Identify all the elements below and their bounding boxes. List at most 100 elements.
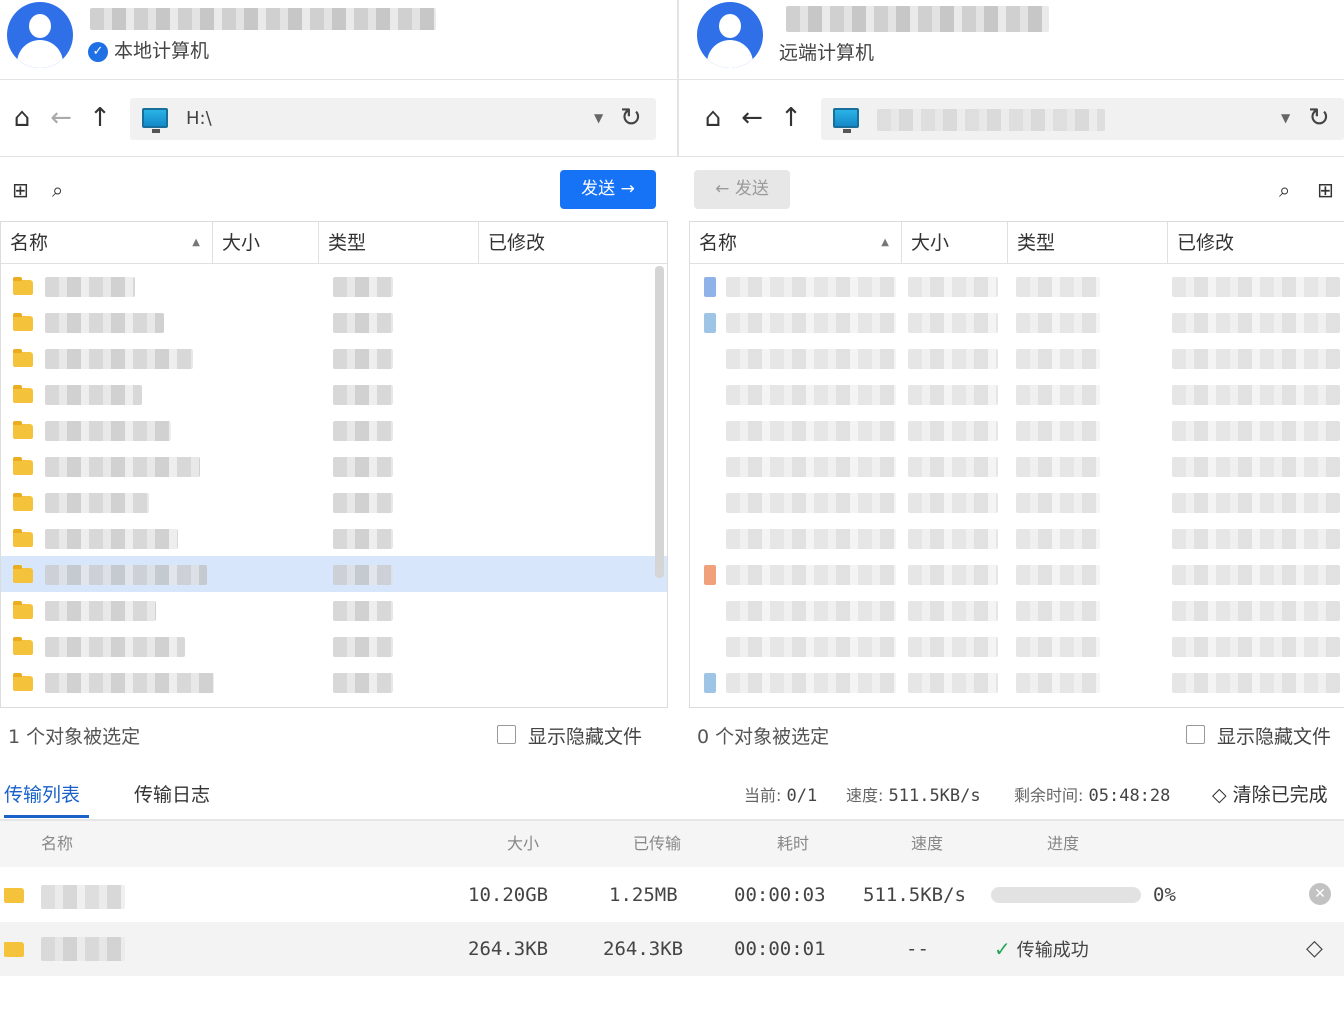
file-row[interactable]	[690, 340, 1344, 376]
redacted-text	[1172, 313, 1340, 333]
folder-icon	[13, 637, 33, 655]
file-row[interactable]	[1, 376, 667, 412]
file-row[interactable]	[690, 268, 1344, 304]
tab-transfer-list[interactable]: 传输列表	[4, 780, 80, 807]
column-header-modified[interactable]: 已修改	[479, 222, 667, 264]
column-header-modified[interactable]: 已修改	[1168, 222, 1344, 264]
tab-transfer-log[interactable]: 传输日志	[134, 780, 210, 807]
redacted-text	[1172, 349, 1340, 369]
remote-path-redacted	[877, 109, 1105, 131]
file-row[interactable]	[1, 556, 667, 592]
file-row[interactable]	[1, 520, 667, 556]
search-icon[interactable]: ⌕	[1279, 178, 1290, 202]
column-header-name[interactable]: 名称 ▲	[1, 222, 213, 264]
file-row[interactable]	[690, 376, 1344, 412]
chevron-down-icon[interactable]: ▼	[1281, 111, 1290, 125]
file-row[interactable]	[1, 628, 667, 664]
transfer-col-speed: 速度	[911, 834, 944, 853]
file-row[interactable]	[1, 664, 667, 700]
new-folder-icon[interactable]: ⊞	[12, 178, 29, 202]
redacted-text	[1172, 565, 1340, 585]
sort-icon[interactable]: ▲	[881, 222, 889, 264]
remote-table-header: 名称 ▲ 大小 类型 已修改	[690, 222, 1344, 264]
file-row[interactable]	[690, 556, 1344, 592]
redacted-text	[726, 277, 896, 297]
transfer-row[interactable]: 10.20GB 1.25MB 00:00:03 511.5KB/s 0% ✕	[0, 868, 1344, 922]
eraser-icon[interactable]: ◇	[1306, 922, 1323, 976]
file-row[interactable]	[1, 268, 667, 304]
refresh-icon[interactable]: ↻	[1308, 103, 1330, 133]
redacted-text	[726, 493, 896, 513]
local-path-selector[interactable]: H:\ ▼ ↻	[130, 98, 656, 140]
redacted-text	[908, 565, 998, 585]
up-arrow-icon[interactable]: ↑	[776, 103, 806, 133]
transfer-row[interactable]: 264.3KB 264.3KB 00:00:01 -- ✓ 传输成功 ◇	[0, 922, 1344, 976]
local-send-button[interactable]: 发送 →	[560, 170, 656, 209]
file-row[interactable]	[690, 484, 1344, 520]
column-header-size[interactable]: 大小	[213, 222, 319, 264]
remote-computer-label: 远端计算机	[779, 42, 875, 64]
refresh-icon[interactable]: ↻	[620, 103, 642, 133]
local-show-hidden-checkbox[interactable]	[497, 725, 516, 744]
redacted-text	[726, 457, 896, 477]
local-file-table: 名称 ▲ 大小 类型 已修改	[0, 221, 668, 708]
redacted-text	[908, 313, 998, 333]
up-arrow-icon[interactable]: ↑	[85, 103, 115, 133]
local-table-header: 名称 ▲ 大小 类型 已修改	[1, 222, 667, 264]
redacted-text	[908, 277, 998, 297]
redacted-text	[908, 385, 998, 405]
file-row[interactable]	[690, 304, 1344, 340]
redacted-text	[1016, 673, 1100, 693]
cancel-transfer-icon[interactable]: ✕	[1309, 883, 1331, 905]
transfer-col-name: 名称	[41, 834, 74, 853]
folder-icon	[13, 565, 33, 583]
file-row[interactable]	[1, 304, 667, 340]
file-row[interactable]	[1, 448, 667, 484]
redacted-text	[726, 313, 896, 333]
redacted-text	[1016, 529, 1100, 549]
file-row[interactable]	[690, 520, 1344, 556]
file-row[interactable]	[690, 412, 1344, 448]
redacted-text	[333, 529, 393, 549]
file-row[interactable]	[1, 484, 667, 520]
file-row[interactable]	[1, 592, 667, 628]
chevron-down-icon[interactable]: ▼	[594, 111, 603, 125]
stat-speed-label: 速度:	[846, 786, 884, 805]
home-icon[interactable]: ⌂	[698, 103, 728, 133]
back-arrow-icon[interactable]: ←	[46, 103, 76, 133]
column-header-type[interactable]: 类型	[319, 222, 479, 264]
clear-completed-button[interactable]: ◇ 清除已完成	[1212, 780, 1328, 807]
redacted-text	[45, 493, 149, 513]
home-icon[interactable]: ⌂	[7, 103, 37, 133]
redacted-text	[45, 313, 164, 333]
redacted-text	[45, 421, 171, 441]
transfer-progress-bar	[991, 887, 1141, 903]
sort-icon[interactable]: ▲	[192, 222, 200, 264]
redacted-text	[333, 601, 393, 621]
local-scrollbar[interactable]	[655, 266, 664, 578]
redacted-text	[1016, 421, 1100, 441]
column-header-name[interactable]: 名称 ▲	[690, 222, 902, 264]
file-row[interactable]	[690, 664, 1344, 700]
folder-icon	[13, 313, 33, 331]
transfer-name-redacted	[41, 885, 125, 909]
search-icon[interactable]: ⌕	[52, 178, 63, 202]
remote-send-button[interactable]: ← 发送	[694, 170, 790, 209]
file-row[interactable]	[1, 340, 667, 376]
column-header-type[interactable]: 类型	[1008, 222, 1168, 264]
remote-show-hidden-checkbox[interactable]	[1186, 725, 1205, 744]
file-row[interactable]	[1, 412, 667, 448]
remote-path-selector[interactable]: ▼ ↻	[821, 98, 1344, 140]
column-header-size[interactable]: 大小	[902, 222, 1008, 264]
redacted-text	[908, 673, 998, 693]
back-arrow-icon[interactable]: ←	[737, 103, 767, 133]
new-folder-icon[interactable]: ⊞	[1317, 178, 1334, 202]
file-row[interactable]	[690, 448, 1344, 484]
redacted-text	[45, 385, 142, 405]
redacted-text	[1016, 385, 1100, 405]
redacted-text	[45, 637, 185, 657]
local-show-hidden-label[interactable]: 显示隐藏文件	[528, 722, 642, 749]
remote-show-hidden-label[interactable]: 显示隐藏文件	[1217, 722, 1331, 749]
file-row[interactable]	[690, 592, 1344, 628]
file-row[interactable]	[690, 628, 1344, 664]
